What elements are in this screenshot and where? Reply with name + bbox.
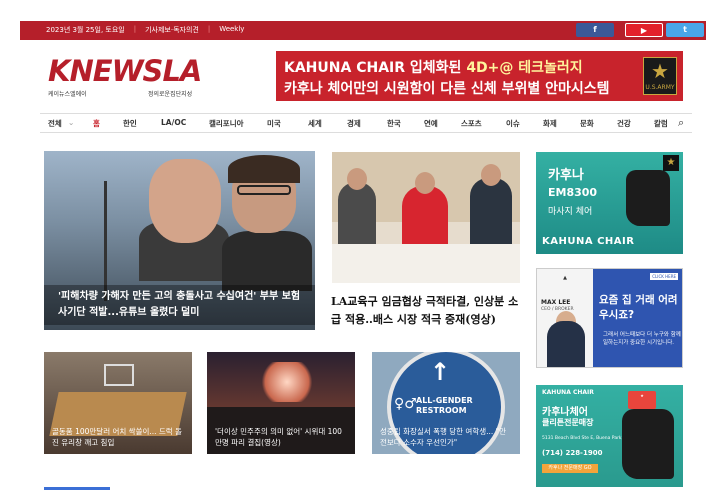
headline-story-title[interactable]: '피해차량 가해자 만든 고의 충돌사고 수십여건' 부부 보험사기단 적발..… — [44, 285, 315, 325]
realty-logo-icon: ▲ — [563, 275, 567, 281]
search-icon[interactable]: ⌕ — [678, 116, 684, 130]
restroom-figures-icon: ♀♂ — [394, 396, 417, 412]
youtube-icon[interactable]: ▶ — [625, 23, 663, 37]
agent-photo — [547, 321, 585, 367]
top-bar-info: 2023년 3월 25일, 토요일 | 기사제보·독자의견 | Weekly — [46, 25, 245, 35]
nav-item-column[interactable]: 칼럼 — [654, 118, 668, 129]
twitter-icon[interactable]: t — [666, 23, 704, 37]
nav-item-issue[interactable]: 이슈 — [506, 118, 520, 129]
logo-wordmark: KNEWSLA — [48, 54, 202, 88]
tip-link[interactable]: 기사제보·독자의견 — [145, 25, 199, 35]
promo-badge: ★ — [628, 391, 656, 409]
nav-item-entertainment[interactable]: 연예 — [424, 118, 438, 129]
nav-item-sports[interactable]: 스포츠 — [461, 118, 482, 129]
arrow-up-icon: ↑ — [430, 358, 451, 386]
banner-line-2: 카후나 체어만의 시원함이 다른 신체 부위별 안마시스템 — [284, 81, 610, 97]
nav-item-topic[interactable]: 화제 — [543, 118, 557, 129]
nav-item-california[interactable]: 캘리포니아 — [209, 118, 244, 129]
max-lee-realty-ad[interactable]: ▲ MAX LEE CEO / BROKER CLICK HERE 요즘 집 거… — [536, 268, 683, 368]
nav-item-economy[interactable]: 경제 — [347, 118, 361, 129]
nav-item-health[interactable]: 건강 — [617, 118, 631, 129]
click-here-button[interactable]: CLICK HERE — [650, 273, 678, 280]
nav-item-home[interactable]: 홈 — [93, 118, 100, 129]
army-badge-icon: ★ — [663, 155, 679, 171]
story-title-restroom[interactable]: 성중립 화장실서 폭행 당한 여학생... "안전보다 소수자 우선인가" — [372, 424, 520, 450]
army-badge-icon: ★ U.S.ARMY — [643, 57, 677, 95]
nav-item-laoc[interactable]: LA/OC — [161, 118, 186, 127]
story-card-antiques[interactable]: 골동품 100만달러 어치 싹쓸이... 드럭 돌진 유리창 깨고 침입 — [44, 352, 192, 454]
story-image-lausd[interactable] — [332, 152, 520, 283]
kahuna-store-ad[interactable]: KAHUNA CHAIR ★ 카후나체어 클리튼전문매장 5131 Beach … — [536, 385, 683, 487]
chevron-down-icon[interactable]: ⌄ — [68, 118, 74, 127]
banner-line-1: KAHUNA CHAIR 입체화된 4D+@ 테크놀러지 — [284, 60, 583, 76]
massage-chair-image — [626, 170, 670, 226]
massage-chair-image — [622, 409, 674, 479]
site-logo[interactable]: KNEWSLA 케이뉴스엘에이 정의로운집단지성 — [48, 55, 208, 105]
facebook-icon[interactable]: f — [576, 23, 614, 37]
kahuna-banner-ad[interactable]: KAHUNA CHAIR 입체화된 4D+@ 테크놀러지 카후나 체어만의 시원… — [276, 51, 683, 101]
logo-subtitle-right: 정의로운집단지성 — [148, 91, 193, 98]
kahuna-em8300-ad[interactable]: 카후나 EM8300 마사지 체어 ★ KAHUNA CHAIR — [536, 152, 683, 254]
nav-item-usa[interactable]: 미국 — [267, 118, 281, 129]
logo-subtitle-left: 케이뉴스엘에이 — [48, 91, 87, 98]
story-title-paris[interactable]: '더이상 민주주의 의미 없어' 시위대 100만명 파리 결집(영상) — [207, 424, 355, 450]
story-card-restroom[interactable]: ↑ ♀♂ ALL-GENDER RESTROOM 성중립 화장실서 폭행 당한 … — [372, 352, 520, 454]
date-label: 2023년 3월 25일, 토요일 — [46, 26, 125, 34]
main-nav: 전체 ⌄ 홈 한인 LA/OC 캘리포니아 미국 세계 경제 한국 연예 스포츠… — [40, 113, 692, 133]
story-title-lausd[interactable]: LA교육구 임금협상 극적타결, 인상분 소급 적용..배스 시장 적극 중재(… — [331, 293, 521, 329]
nav-item-korean[interactable]: 한인 — [123, 118, 137, 129]
nav-item-world[interactable]: 세계 — [308, 118, 322, 129]
story-card-paris[interactable]: '더이상 민주주의 의미 없어' 시위대 100만명 파리 결집(영상) — [207, 352, 355, 454]
weekly-link[interactable]: Weekly — [219, 25, 244, 35]
headline-story-card[interactable]: '피해차량 가해자 만든 고의 충돌사고 수십여건' 부부 보험사기단 적발..… — [44, 151, 315, 330]
nav-item-culture[interactable]: 문화 — [580, 118, 594, 129]
store-go-button[interactable]: 카후나 전문매장 GO — [542, 464, 598, 473]
nav-item-all[interactable]: 전체 — [48, 118, 62, 129]
nav-item-korea[interactable]: 한국 — [387, 118, 401, 129]
story-title-antiques[interactable]: 골동품 100만달러 어치 싹쓸이... 드럭 돌진 유리창 깨고 침입 — [44, 424, 192, 450]
top-bar: 2023년 3월 25일, 토요일 | 기사제보·독자의견 | Weekly f… — [20, 21, 706, 40]
